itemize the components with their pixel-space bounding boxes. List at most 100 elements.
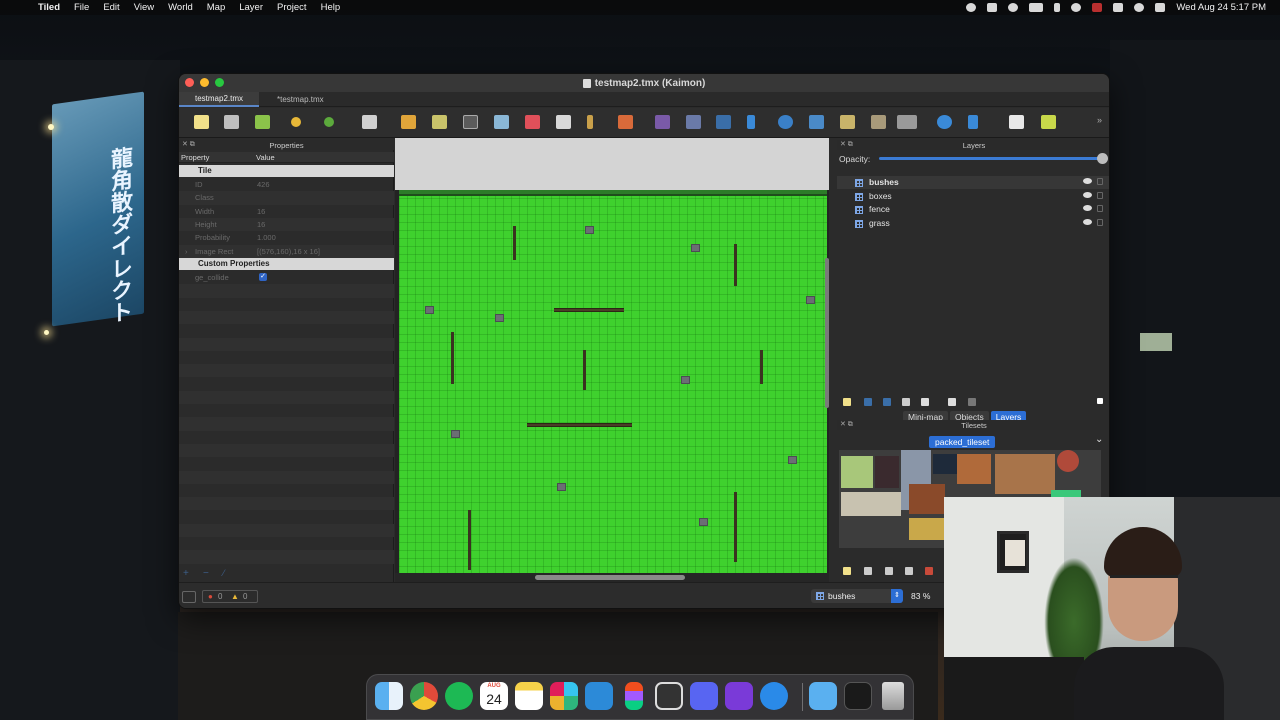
discord-icon[interactable] bbox=[690, 682, 718, 710]
insert-rectangle-icon[interactable] bbox=[716, 115, 731, 129]
custom-property-row[interactable]: ge_collide ✓ bbox=[179, 271, 394, 284]
vertical-scrollbar[interactable] bbox=[825, 258, 829, 408]
crate-tile[interactable] bbox=[806, 296, 815, 304]
layer-row-bushes[interactable]: bushes bbox=[837, 176, 1109, 189]
spotify-icon[interactable] bbox=[445, 682, 473, 710]
tileset-dark-tiles[interactable] bbox=[875, 456, 899, 488]
rect-select-icon[interactable] bbox=[556, 115, 571, 129]
horizontal-scrollbar[interactable] bbox=[395, 573, 829, 582]
visibility-eye-icon[interactable] bbox=[1083, 218, 1092, 225]
collide-checkbox[interactable]: ✓ bbox=[259, 273, 267, 281]
menu-help[interactable]: Help bbox=[321, 2, 341, 13]
lock-unlock-others-icon[interactable] bbox=[968, 398, 976, 406]
visibility-eye-icon[interactable] bbox=[1083, 191, 1092, 198]
insert-polygon-icon[interactable] bbox=[809, 115, 824, 129]
wifi-icon[interactable] bbox=[1071, 3, 1082, 12]
tileset-items-tiles[interactable] bbox=[909, 518, 949, 540]
user-icon[interactable] bbox=[1113, 3, 1124, 12]
world-tool-icon[interactable] bbox=[937, 115, 952, 129]
panel-close-icon[interactable]: ✕ ⧉ bbox=[182, 140, 195, 149]
chevron-down-icon[interactable]: ⌄ bbox=[1095, 434, 1103, 445]
toggle-console-icon[interactable] bbox=[182, 591, 196, 603]
tileset-round-tiles[interactable] bbox=[1057, 450, 1079, 472]
menu-edit[interactable]: Edit bbox=[103, 2, 119, 13]
crate-tile[interactable] bbox=[585, 226, 594, 234]
panel-close-icon[interactable]: ✕ ⧉ bbox=[840, 420, 853, 429]
menu-project[interactable]: Project bbox=[277, 2, 307, 13]
crate-tile[interactable] bbox=[788, 456, 797, 464]
delete-layer-icon[interactable] bbox=[921, 398, 929, 406]
visibility-eye-icon[interactable] bbox=[1083, 205, 1092, 211]
add-property-icon[interactable]: + bbox=[183, 568, 189, 579]
group-tile[interactable]: Tile bbox=[179, 165, 394, 177]
property-row[interactable]: Probability 1.000 bbox=[179, 231, 394, 244]
export-tileset-icon[interactable] bbox=[885, 567, 893, 575]
rename-property-icon[interactable]: ⁄ bbox=[223, 568, 225, 578]
group-custom-properties[interactable]: Custom Properties bbox=[179, 258, 394, 270]
object-select-icon[interactable] bbox=[655, 115, 670, 129]
panel-close-icon[interactable]: ✕ ⧉ bbox=[840, 140, 853, 149]
bluetooth-icon[interactable] bbox=[1054, 3, 1061, 12]
trash-icon[interactable] bbox=[882, 682, 904, 710]
tileset-light-tiles[interactable] bbox=[841, 492, 901, 516]
select-same-tile-icon[interactable] bbox=[618, 115, 633, 129]
property-column-header[interactable]: Property bbox=[181, 153, 209, 162]
tileset-furniture-tiles[interactable] bbox=[995, 454, 1055, 494]
minimize-window-button[interactable] bbox=[200, 78, 209, 87]
tab-testmap[interactable]: *testmap.tmx bbox=[261, 92, 341, 107]
slack-icon[interactable] bbox=[550, 682, 578, 710]
insert-ellipse-icon[interactable] bbox=[778, 115, 793, 129]
insert-text-icon[interactable] bbox=[897, 115, 917, 129]
menu-layer[interactable]: Layer bbox=[239, 2, 263, 13]
property-row[interactable]: › Image Rect [(576,160),16 x 16] bbox=[179, 244, 394, 258]
menu-map[interactable]: Map bbox=[207, 2, 225, 13]
dice-icon[interactable] bbox=[1009, 115, 1024, 129]
tileset-roof-tiles[interactable] bbox=[957, 454, 991, 484]
claquette-icon[interactable] bbox=[655, 682, 683, 710]
layer-row-boxes[interactable]: boxes bbox=[837, 190, 1109, 203]
insert-point-icon[interactable] bbox=[747, 115, 755, 129]
redo-icon[interactable] bbox=[324, 117, 334, 127]
eraser-icon[interactable] bbox=[525, 115, 540, 129]
new-layer-icon[interactable] bbox=[843, 398, 851, 406]
crate-tile[interactable] bbox=[699, 518, 708, 526]
menu-world[interactable]: World bbox=[168, 2, 193, 13]
tileset-tab[interactable]: packed_tileset bbox=[929, 436, 996, 448]
tableplus-icon[interactable] bbox=[725, 682, 753, 710]
fence-vertical[interactable] bbox=[451, 332, 454, 384]
save-file-icon[interactable] bbox=[255, 115, 270, 129]
close-window-button[interactable] bbox=[185, 78, 194, 87]
crate-tile[interactable] bbox=[681, 376, 690, 384]
crate-tile[interactable] bbox=[557, 483, 566, 491]
visibility-eye-icon[interactable] bbox=[1083, 178, 1092, 184]
lower-layer-icon[interactable] bbox=[883, 398, 891, 406]
crate-tile[interactable] bbox=[691, 244, 700, 252]
layer-row-grass[interactable]: grass bbox=[837, 217, 1109, 230]
lock-icon[interactable] bbox=[1097, 178, 1103, 185]
zoom-level[interactable]: 83 % bbox=[911, 591, 930, 601]
crate-tile[interactable] bbox=[495, 314, 504, 322]
random-mode-icon[interactable] bbox=[362, 115, 377, 129]
menu-view[interactable]: View bbox=[134, 2, 154, 13]
map-canvas[interactable] bbox=[395, 138, 829, 582]
battery-icon[interactable] bbox=[1029, 3, 1044, 12]
tileset-door-tiles[interactable] bbox=[933, 454, 957, 474]
finder-icon[interactable] bbox=[375, 682, 403, 710]
fence-horizontal[interactable] bbox=[527, 423, 632, 427]
property-row[interactable]: Height 16 bbox=[179, 217, 394, 232]
flag-icon[interactable] bbox=[1092, 3, 1103, 12]
figma-icon[interactable] bbox=[625, 682, 643, 710]
toolbar-overflow-icon[interactable]: » bbox=[1097, 115, 1105, 129]
control-center-icon[interactable] bbox=[1155, 3, 1166, 12]
menu-file[interactable]: File bbox=[74, 2, 89, 13]
window-manager-icon[interactable] bbox=[987, 3, 998, 12]
layer-row-fence[interactable]: fence bbox=[837, 203, 1109, 216]
horizontal-scroll-thumb[interactable] bbox=[535, 575, 685, 580]
crate-tile[interactable] bbox=[425, 306, 434, 314]
teleport-icon[interactable] bbox=[760, 682, 788, 710]
property-row[interactable]: Width 16 bbox=[179, 205, 394, 218]
fence-vertical[interactable] bbox=[734, 492, 737, 562]
vscode-icon[interactable] bbox=[585, 682, 613, 710]
activity-monitor-icon[interactable] bbox=[844, 682, 872, 710]
opacity-slider-knob[interactable] bbox=[1097, 153, 1108, 164]
